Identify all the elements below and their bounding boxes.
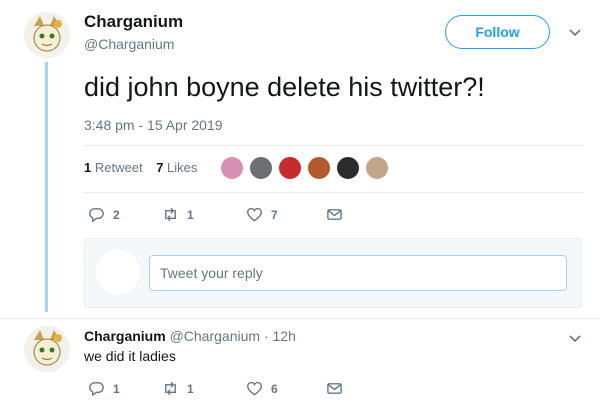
avatar[interactable] bbox=[24, 326, 70, 372]
liker-avatar[interactable] bbox=[249, 156, 273, 180]
liker-avatar[interactable] bbox=[336, 156, 360, 180]
reply-composer: Tweet your reply bbox=[84, 238, 582, 308]
divider bbox=[84, 192, 584, 193]
message-action[interactable] bbox=[326, 380, 343, 398]
user-handle[interactable]: @Charganium bbox=[170, 328, 260, 344]
message-icon bbox=[327, 209, 342, 220]
user-handle[interactable]: @Charganium bbox=[84, 36, 174, 52]
display-name[interactable]: Charganium bbox=[84, 328, 166, 344]
reply-header: Charganium @Charganium · 12h bbox=[84, 328, 296, 344]
retweet-stat-label[interactable]: Retweet bbox=[95, 160, 143, 175]
retweet-action[interactable]: 1 bbox=[162, 380, 194, 398]
retweet-icon bbox=[165, 207, 176, 222]
like-count-action: 6 bbox=[271, 381, 278, 396]
tweet-text: we did it ladies bbox=[84, 348, 176, 364]
reply-action[interactable]: 2 bbox=[88, 206, 120, 224]
retweet-icon bbox=[165, 381, 176, 396]
tweet-stats: 1 Retweet 7 Likes bbox=[84, 160, 207, 175]
thread-line bbox=[45, 62, 48, 312]
message-action[interactable] bbox=[326, 206, 343, 224]
avatar[interactable] bbox=[24, 12, 70, 58]
like-action[interactable]: 6 bbox=[246, 380, 278, 398]
liker-avatar[interactable] bbox=[365, 156, 389, 180]
message-icon bbox=[327, 383, 342, 394]
chevron-down-icon[interactable] bbox=[568, 26, 582, 40]
reply-input[interactable]: Tweet your reply bbox=[149, 255, 567, 291]
tweet-timestamp[interactable]: 3:48 pm - 15 Apr 2019 bbox=[84, 117, 223, 133]
display-name[interactable]: Charganium bbox=[84, 12, 183, 32]
liker-avatar[interactable] bbox=[278, 156, 302, 180]
retweet-count: 1 bbox=[187, 207, 194, 222]
tweet-time[interactable]: 12h bbox=[273, 328, 296, 344]
retweet-action[interactable]: 1 bbox=[162, 206, 194, 224]
reply-icon bbox=[89, 382, 104, 396]
liker-avatar[interactable] bbox=[220, 156, 244, 180]
composer-avatar bbox=[96, 250, 140, 294]
tweet-text: did john boyne delete his twitter?! bbox=[84, 72, 485, 102]
reply-action[interactable]: 1 bbox=[88, 380, 120, 398]
like-icon bbox=[246, 381, 263, 396]
like-action[interactable]: 7 bbox=[246, 206, 278, 224]
divider bbox=[84, 145, 584, 146]
reply-count: 1 bbox=[113, 381, 120, 396]
like-stat-label[interactable]: Likes bbox=[167, 160, 197, 175]
separator-dot: · bbox=[263, 328, 269, 344]
like-icon bbox=[246, 207, 263, 222]
like-count[interactable]: 7 bbox=[156, 160, 163, 175]
retweet-count[interactable]: 1 bbox=[84, 160, 91, 175]
chevron-down-icon[interactable] bbox=[568, 332, 582, 346]
reply-count: 2 bbox=[113, 207, 120, 222]
reply-icon bbox=[89, 208, 104, 222]
like-count-action: 7 bbox=[271, 207, 278, 222]
liker-avatar[interactable] bbox=[307, 156, 331, 180]
follow-button[interactable]: Follow bbox=[445, 15, 550, 49]
retweet-count: 1 bbox=[187, 381, 194, 396]
divider bbox=[0, 318, 600, 319]
